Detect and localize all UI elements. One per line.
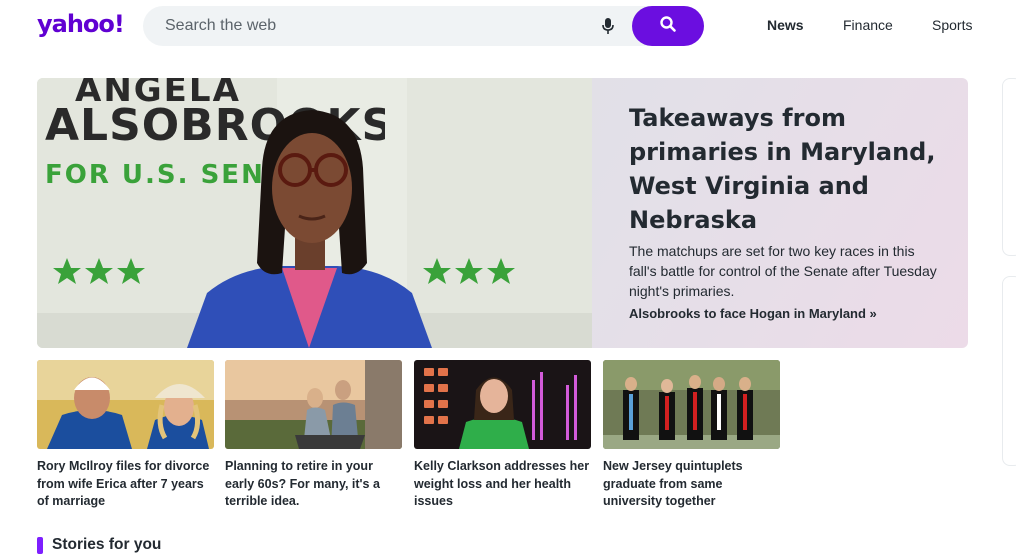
story-caption[interactable]: New Jersey quintuplets graduate from sam… [603, 458, 780, 511]
story-caption[interactable]: Rory McIlroy files for divorce from wife… [37, 458, 214, 511]
story-caption[interactable]: Planning to retire in your early 60s? Fo… [225, 458, 402, 511]
yahoo-logo[interactable]: yahoo! [37, 10, 125, 38]
story-thumbnail[interactable] [414, 360, 591, 449]
search-bar [143, 6, 704, 46]
search-input[interactable] [165, 16, 565, 36]
hero-story[interactable]: ANGELA ALSOBROOKS FOR U.S. SENATE Takeaw… [37, 78, 968, 348]
section-accent-bar [37, 536, 43, 554]
microphone-icon[interactable] [600, 17, 616, 35]
stories-for-you-header: Stories for you [37, 536, 161, 554]
section-title: Stories for you [52, 536, 162, 553]
hero-description: The matchups are set for two key races i… [629, 243, 937, 299]
story-caption[interactable]: Kelly Clarkson addresses her weight loss… [414, 458, 591, 511]
search-icon [659, 15, 677, 38]
nav-finance[interactable]: Finance [843, 17, 893, 33]
story-thumbnail[interactable] [603, 360, 780, 449]
story-card-2[interactable]: Planning to retire in your early 60s? Fo… [225, 360, 402, 511]
side-panel-card[interactable] [1002, 78, 1016, 256]
side-panel-card[interactable] [1002, 276, 1016, 466]
story-card-1[interactable]: Rory McIlroy files for divorce from wife… [37, 360, 214, 511]
hero-image[interactable]: ANGELA ALSOBROOKS FOR U.S. SENATE [37, 78, 592, 348]
story-thumbnail[interactable] [225, 360, 402, 449]
story-thumbnail[interactable] [37, 360, 214, 449]
story-card-4[interactable]: New Jersey quintuplets graduate from sam… [603, 360, 780, 511]
nav-sports[interactable]: Sports [932, 17, 972, 33]
header: yahoo! News Finance Sports [0, 0, 1016, 52]
nav-news[interactable]: News [767, 17, 804, 33]
search-button[interactable] [632, 6, 704, 46]
hero-title[interactable]: Takeaways from primaries in Maryland, We… [629, 101, 939, 237]
hero-related-link[interactable]: Alsobrooks to face Hogan in Maryland » [629, 306, 877, 321]
story-card-3[interactable]: Kelly Clarkson addresses her weight loss… [414, 360, 591, 511]
